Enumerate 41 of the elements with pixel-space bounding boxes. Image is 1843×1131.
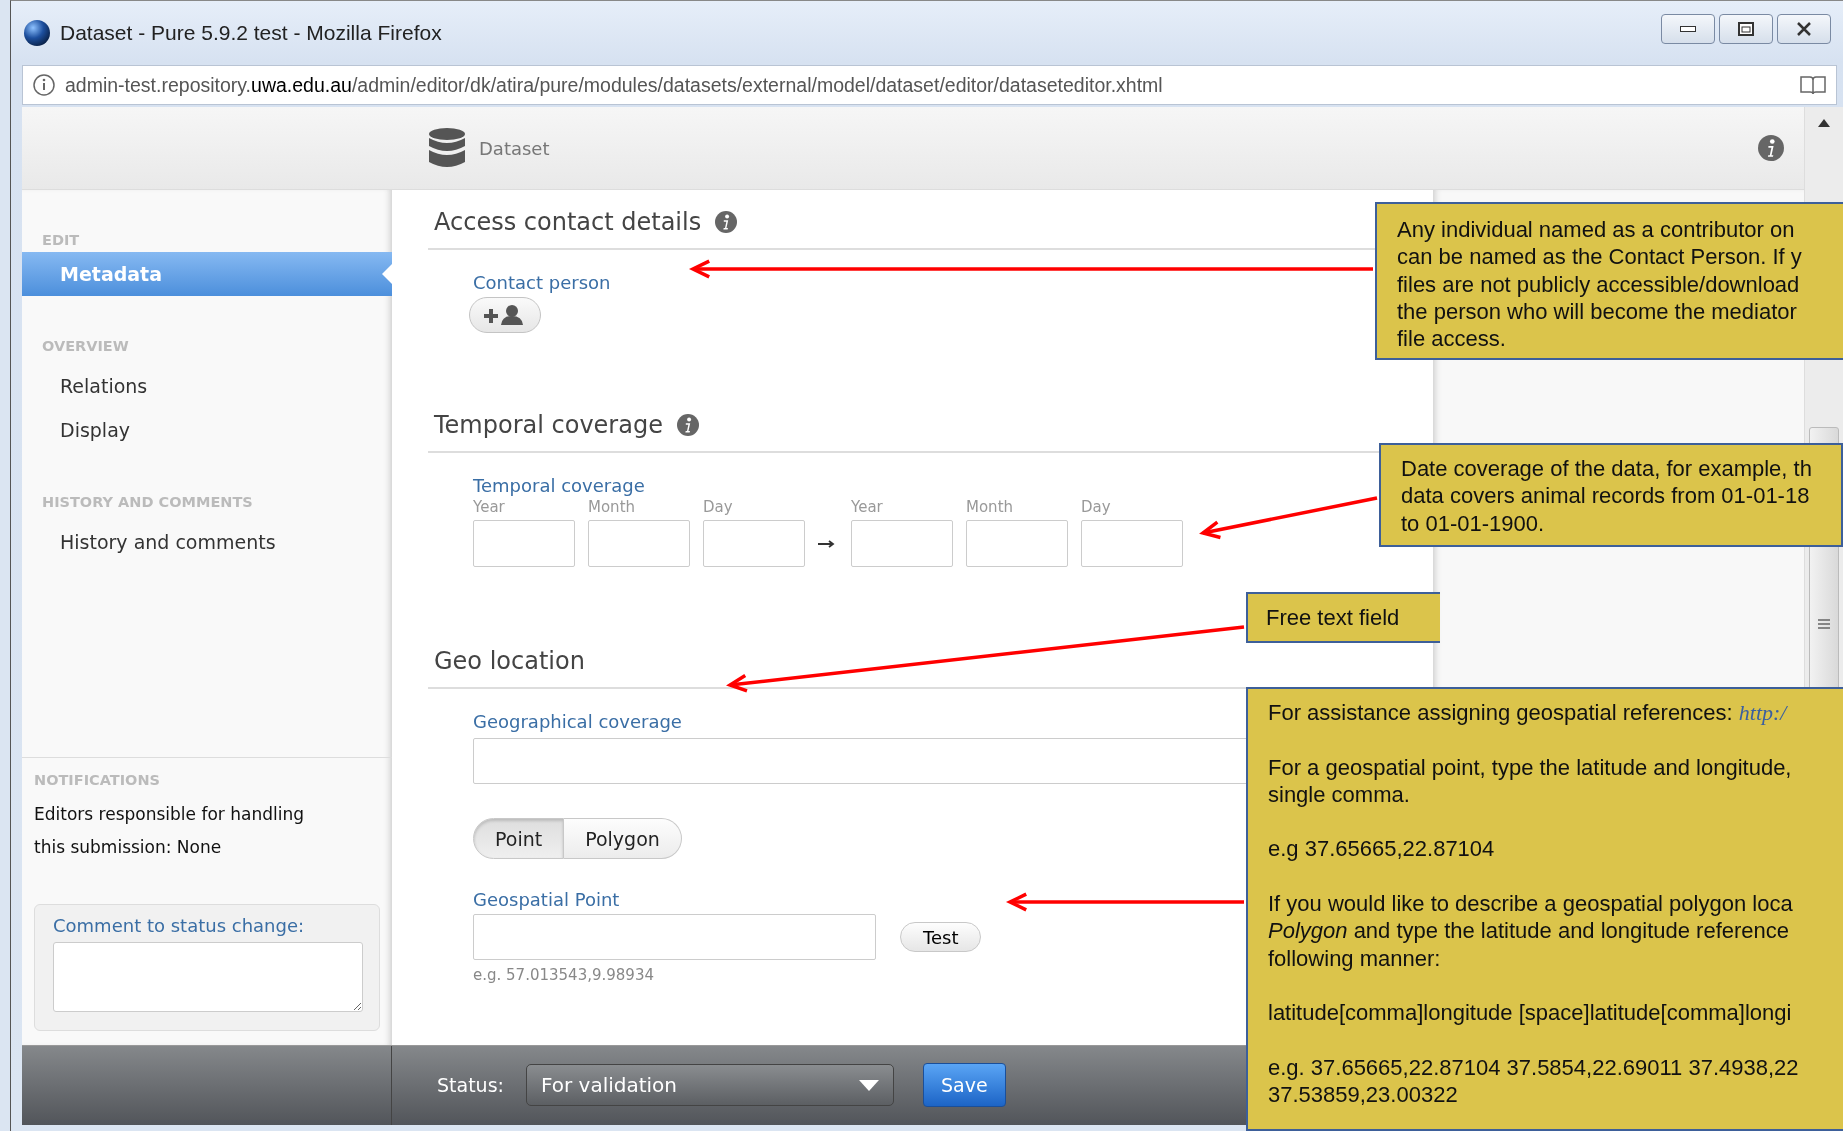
- field-label: Geographical coverage: [473, 711, 682, 733]
- callout-text: Any individual named as a contributor on can be named as the Contact Person. If y files are not publicly accessible/download the person who will become the mediator file access.: [1397, 216, 1803, 353]
- input-hint: e.g. 57.013543,9.98934: [473, 966, 654, 985]
- field-label: Contact person: [473, 272, 611, 294]
- sidebar-item[interactable]: Relations: [22, 364, 392, 409]
- sidebar-item[interactable]: Display: [22, 408, 392, 453]
- mode-toggle[interactable]: Polygon: [564, 818, 682, 860]
- section-title: Access contact details: [434, 208, 702, 237]
- callout-text: Free text field: [1266, 603, 1401, 632]
- callout-text: For a geospatial point, type the latitude and longitude, single comma.: [1268, 753, 1793, 809]
- notifications-text: Editors responsible for handling this submission: None: [34, 802, 305, 859]
- sidebar-heading: OVERVIEW: [41, 337, 130, 357]
- date-part-label: Year: [473, 498, 506, 519]
- sidebar-heading: HISTORY AND COMMENTS: [41, 493, 254, 513]
- status-label: Status:: [437, 1074, 504, 1097]
- status-dropdown[interactable]: For validation: [525, 1064, 894, 1107]
- date-part-label: Month: [588, 498, 636, 519]
- notifications-heading: NOTIFICATIONS: [34, 770, 161, 790]
- field-label: Geospatial Point: [473, 889, 620, 911]
- callout-text: e.g 37.65665,22.87104: [1268, 835, 1496, 863]
- page-title: Dataset: [479, 137, 551, 159]
- callout-text: For assistance assigning geospatial references: http:/: [1268, 699, 1789, 727]
- mode-toggle[interactable]: Point: [473, 818, 565, 860]
- date-part-label: Month: [966, 498, 1014, 519]
- save-button[interactable]: Save: [922, 1063, 1006, 1108]
- sidebar-heading: EDIT: [41, 231, 81, 251]
- sidebar-item[interactable]: History and comments: [22, 520, 392, 565]
- link[interactable]: http:/: [1738, 700, 1787, 725]
- callout-text: If you would like to describe a geospatial polygon loca Polygon and type the latitude and longitude reference following manner:: [1268, 890, 1794, 972]
- section-title: Temporal coverage: [434, 411, 663, 440]
- callout-text: e.g. 37.65665,22.87104 37.5854,22.69011 37.4938,22 37.53859,23.00322: [1268, 1053, 1800, 1109]
- callout-text: latitude[comma]longitude [space]latitude[comma]longi: [1268, 999, 1793, 1027]
- section-title: Geo location: [434, 647, 585, 676]
- date-part-label: Day: [1081, 498, 1112, 519]
- field-label: Temporal coverage: [473, 475, 645, 497]
- test-button[interactable]: Test: [900, 922, 982, 953]
- date-part-label: Year: [851, 498, 884, 519]
- window-title: Dataset - Pure 5.9.2 test - Mozilla Firefox: [60, 21, 443, 45]
- callout-text: Date coverage of the data, for example, th data covers animal records from 01-01-18 to 01-01-1900.: [1401, 455, 1813, 537]
- comment-label: Comment to status change:: [53, 914, 306, 936]
- date-part-label: Day: [703, 498, 734, 519]
